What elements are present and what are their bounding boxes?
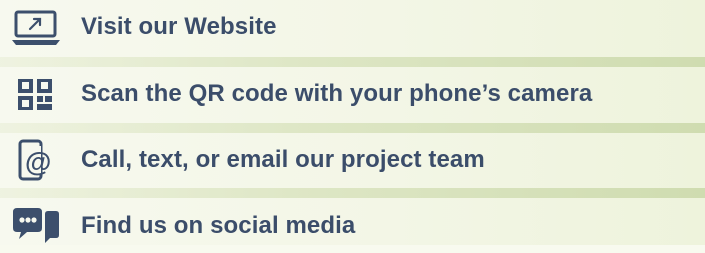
- contact-item-label: Find us on social media: [81, 212, 356, 239]
- contact-item-qr-code: Scan the QR code with your phone’s camer…: [0, 67, 705, 121]
- qr-code-icon: [8, 71, 64, 117]
- contact-item-label: Call, text, or email our project team: [81, 146, 485, 173]
- contact-item-label: Scan the QR code with your phone’s camer…: [81, 80, 593, 107]
- social-chat-icon: [8, 203, 64, 249]
- contact-item-website: Visit our Website: [0, 0, 705, 54]
- row-divider: [0, 188, 705, 198]
- svg-text:@: @: [25, 147, 51, 177]
- laptop-link-icon: [8, 4, 64, 50]
- phone-email-icon: @: [8, 137, 64, 183]
- contact-item-call-text-email: @ Call, text, or email our project team: [0, 133, 705, 187]
- contact-item-label: Visit our Website: [81, 13, 277, 40]
- contact-options-panel: Visit our Website Scan the QR code with …: [0, 0, 705, 245]
- row-divider: [0, 123, 705, 133]
- row-divider: [0, 57, 705, 67]
